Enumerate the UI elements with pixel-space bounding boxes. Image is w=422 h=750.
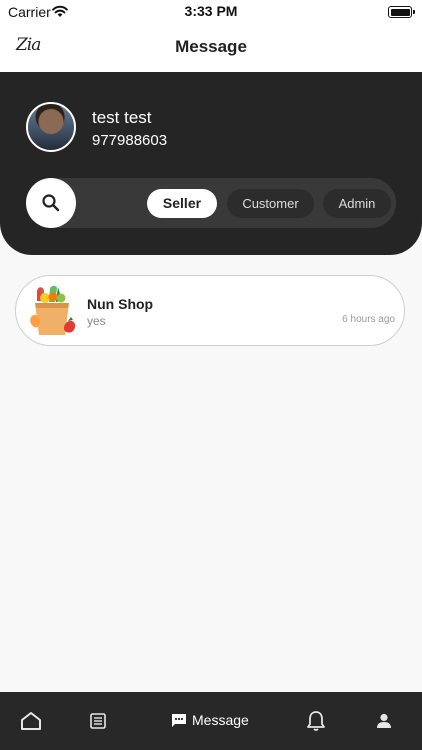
list-icon	[90, 713, 106, 729]
profile-icon	[377, 713, 391, 728]
avatar[interactable]	[26, 102, 76, 152]
home-icon	[21, 712, 41, 730]
shop-name: Nun Shop	[87, 296, 154, 312]
tab-admin[interactable]: Admin	[323, 189, 391, 218]
tab-seller[interactable]: Seller	[147, 189, 217, 218]
status-time: 3:33 PM	[184, 3, 238, 19]
message-icon	[172, 714, 186, 727]
nav-header: Zia Message	[0, 24, 422, 72]
nav-message-label: Message	[192, 712, 249, 728]
nav-home[interactable]	[20, 692, 42, 750]
search-button[interactable]	[26, 178, 76, 228]
battery-icon	[388, 6, 415, 18]
user-phone: 977988603	[92, 132, 168, 149]
message-time: 6 hours ago	[342, 314, 395, 325]
profile-panel: test test 977988603 Seller Customer Admi…	[0, 72, 422, 255]
user-name: test test	[92, 108, 152, 127]
page-title: Message	[175, 37, 247, 56]
nav-notification[interactable]	[306, 692, 326, 750]
nav-profile[interactable]	[375, 692, 393, 750]
last-message: yes	[87, 314, 106, 328]
nav-list[interactable]	[90, 692, 106, 750]
conversation-item[interactable]: Nun Shop yes 6 hours ago	[15, 275, 405, 346]
search-icon	[42, 194, 60, 212]
status-bar: Carrier 3:33 PM	[0, 0, 422, 24]
bell-icon	[307, 711, 325, 731]
nav-message[interactable]: Message	[171, 692, 257, 750]
bottom-nav: Message	[0, 692, 422, 750]
grocery-bag-icon	[30, 285, 76, 335]
tab-customer[interactable]: Customer	[227, 189, 314, 218]
